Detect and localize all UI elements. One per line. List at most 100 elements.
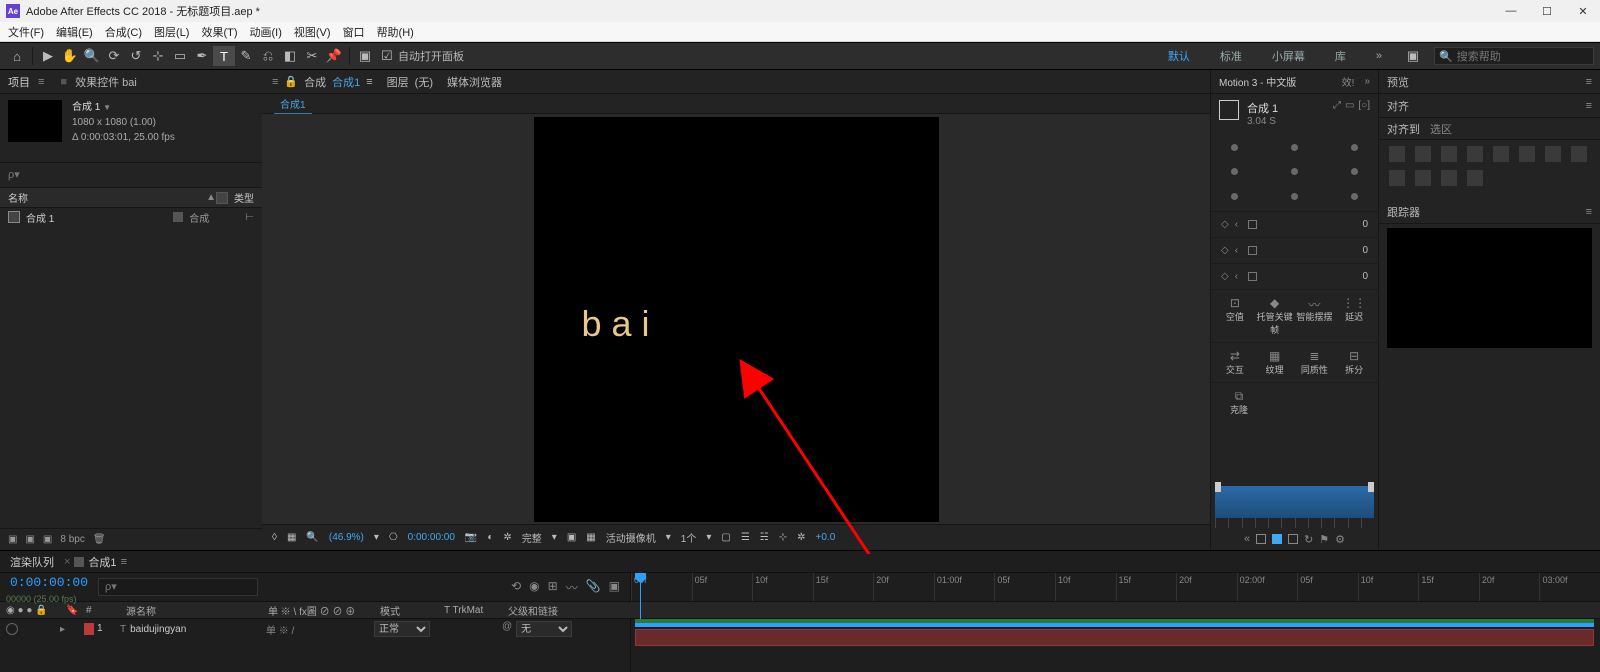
motion-z-row[interactable]: ◇‹0: [1211, 263, 1378, 289]
eraser-tool-icon[interactable]: ◧: [279, 46, 301, 66]
playhead[interactable]: [635, 573, 647, 601]
grid-icon[interactable]: ▦: [287, 532, 296, 543]
align-right-icon[interactable]: [1441, 146, 1457, 162]
flowchart-icon[interactable]: ⊹: [779, 532, 787, 543]
comp-thumbnail[interactable]: [8, 100, 62, 142]
col-parent[interactable]: 父级和链接: [502, 602, 622, 618]
motion-x-row[interactable]: ◇‹0: [1211, 211, 1378, 237]
align-menu-icon[interactable]: ≡: [1586, 100, 1592, 112]
menu-window[interactable]: 窗口: [341, 24, 367, 40]
motion-delay-button[interactable]: ⋮⋮延迟: [1336, 296, 1372, 336]
exposure-value[interactable]: +0.0: [816, 532, 836, 543]
zoom-icon[interactable]: 🔍: [306, 532, 318, 543]
help-search[interactable]: 🔍 搜索帮助: [1434, 47, 1594, 65]
brush-tool-icon[interactable]: ✎: [235, 46, 257, 66]
render-queue-tab[interactable]: 渲染队列: [10, 554, 54, 570]
layer-visibility-icon[interactable]: [6, 623, 18, 635]
snapshot-icon[interactable]: 📷: [465, 532, 477, 543]
motion-overflow-icon[interactable]: »: [1364, 76, 1370, 87]
dist-vcenter-icon[interactable]: [1441, 170, 1457, 186]
dist-top-icon[interactable]: [1415, 170, 1431, 186]
maximize-button[interactable]: ☐: [1540, 4, 1554, 18]
close-button[interactable]: ✕: [1576, 4, 1590, 18]
tl-graph-icon[interactable]: 📎: [586, 579, 601, 596]
comp-tab-lock-icon[interactable]: 🔒: [284, 75, 298, 88]
canvas-text-layer[interactable]: bai: [582, 303, 660, 345]
project-item-row[interactable]: 合成 1 合成 ⊢: [0, 208, 262, 226]
align-vcenter-icon[interactable]: [1493, 146, 1509, 162]
dist-left-icon[interactable]: [1545, 146, 1561, 162]
timeline-comp-tab[interactable]: ×合成1≡: [64, 554, 127, 570]
tl-brainstorm-icon[interactable]: ▣: [609, 579, 620, 596]
menu-comp[interactable]: 合成(C): [103, 24, 144, 40]
magnification-icon[interactable]: ◊: [272, 532, 277, 543]
minimize-button[interactable]: —: [1504, 4, 1518, 18]
workspace-small[interactable]: 小屏幕: [1262, 48, 1315, 64]
workspace-library[interactable]: 库: [1325, 48, 1356, 64]
align-bottom-icon[interactable]: [1519, 146, 1535, 162]
stamp-tool-icon[interactable]: ⎌: [257, 46, 279, 66]
tl-frameblend-icon[interactable]: ⊞: [548, 579, 558, 596]
layer-mode-dropdown[interactable]: 正常: [374, 621, 430, 637]
dist-right-icon[interactable]: [1389, 170, 1405, 186]
views-dropdown[interactable]: 1个: [681, 530, 697, 545]
col-mode[interactable]: 模式: [374, 602, 438, 618]
motion-panel-title[interactable]: Motion 3 - 中文版: [1219, 74, 1296, 89]
tl-draft3d-icon[interactable]: ◉: [529, 579, 539, 596]
align-top-icon[interactable]: [1467, 146, 1483, 162]
motion-keyframe-button[interactable]: ◆托管关键帧: [1257, 296, 1293, 336]
pen-tool-icon[interactable]: ✒: [191, 46, 213, 66]
comp-canvas[interactable]: bai: [534, 117, 939, 522]
resolution-icon[interactable]: ▾: [374, 532, 379, 543]
interpret-footage-icon[interactable]: ▣: [8, 534, 17, 545]
tl-motionblur-icon[interactable]: 〰: [566, 579, 578, 596]
motion-mode-1[interactable]: [1256, 534, 1266, 544]
type-tool-icon[interactable]: T: [213, 46, 235, 66]
preview-panel-tab[interactable]: 预览: [1387, 74, 1409, 90]
workspace-overflow-icon[interactable]: »: [1366, 50, 1392, 62]
comp-duration-bar[interactable]: [635, 623, 1594, 627]
motion-clone-button[interactable]: ⧉克隆: [1221, 389, 1257, 416]
motion-mode-2[interactable]: [1272, 534, 1282, 544]
col-label-swatch[interactable]: [216, 192, 228, 204]
puppet-tool-icon[interactable]: 📌: [323, 46, 345, 66]
orbit-tool-icon[interactable]: ⟳: [103, 46, 125, 66]
motion-smart-button[interactable]: 〰智能摆摆: [1296, 296, 1332, 336]
hand-tool-icon[interactable]: ✋: [59, 46, 81, 66]
parent-pickwhip-icon[interactable]: @: [502, 621, 512, 637]
roto-tool-icon[interactable]: ✂: [301, 46, 323, 66]
track-area[interactable]: [630, 619, 1600, 672]
motion-prev-icon[interactable]: «: [1244, 533, 1250, 545]
comp-tab-hamburger-icon[interactable]: ≡: [272, 76, 278, 88]
zoom-tool-icon[interactable]: 🔍: [81, 46, 103, 66]
preview-menu-icon[interactable]: ≡: [1586, 76, 1592, 88]
exposure-icon[interactable]: ✲: [797, 532, 805, 543]
tl-shy-icon[interactable]: ⟲: [511, 579, 521, 596]
layer-twirl-icon[interactable]: ▸: [60, 624, 65, 635]
time-ruler[interactable]: 00f05f10f15f20f01:00f05f10f15f20f02:00f0…: [630, 573, 1600, 601]
fast-draft-icon[interactable]: ☰: [741, 532, 750, 543]
layer-name[interactable]: baidujingyan: [130, 624, 186, 635]
current-time[interactable]: 0:00:00:00: [10, 575, 88, 590]
workspace-reset-icon[interactable]: ▣: [1402, 46, 1424, 66]
motion-refresh-icon[interactable]: ↻: [1304, 533, 1313, 546]
motion-color-swatch[interactable]: [1219, 100, 1239, 120]
tracker-menu-icon[interactable]: ≡: [1586, 206, 1592, 218]
menu-edit[interactable]: 编辑(E): [54, 24, 95, 40]
align-left-icon[interactable]: [1389, 146, 1405, 162]
motion-y-row[interactable]: ◇‹0: [1211, 237, 1378, 263]
anchor-point-grid[interactable]: [1220, 135, 1370, 209]
motion-mode-3[interactable]: [1288, 534, 1298, 544]
anchor-tool-icon[interactable]: ⊹: [147, 46, 169, 66]
pixel-aspect-icon[interactable]: ▢: [721, 532, 730, 543]
trash-icon[interactable]: 🗑: [93, 534, 106, 545]
selection-tool-icon[interactable]: ▶: [37, 46, 59, 66]
timeline-search-input[interactable]: [98, 578, 258, 596]
comp-tab-label[interactable]: 合成: [304, 74, 326, 90]
snap-icon[interactable]: ☑: [376, 46, 398, 66]
motion-gear-icon[interactable]: ⚙: [1335, 533, 1345, 546]
rect-tool-icon[interactable]: ▭: [169, 46, 191, 66]
dist-bottom-icon[interactable]: [1467, 170, 1483, 186]
motion-rect-icon[interactable]: ▭: [1345, 100, 1354, 111]
timeline-icon[interactable]: ☵: [760, 532, 769, 543]
